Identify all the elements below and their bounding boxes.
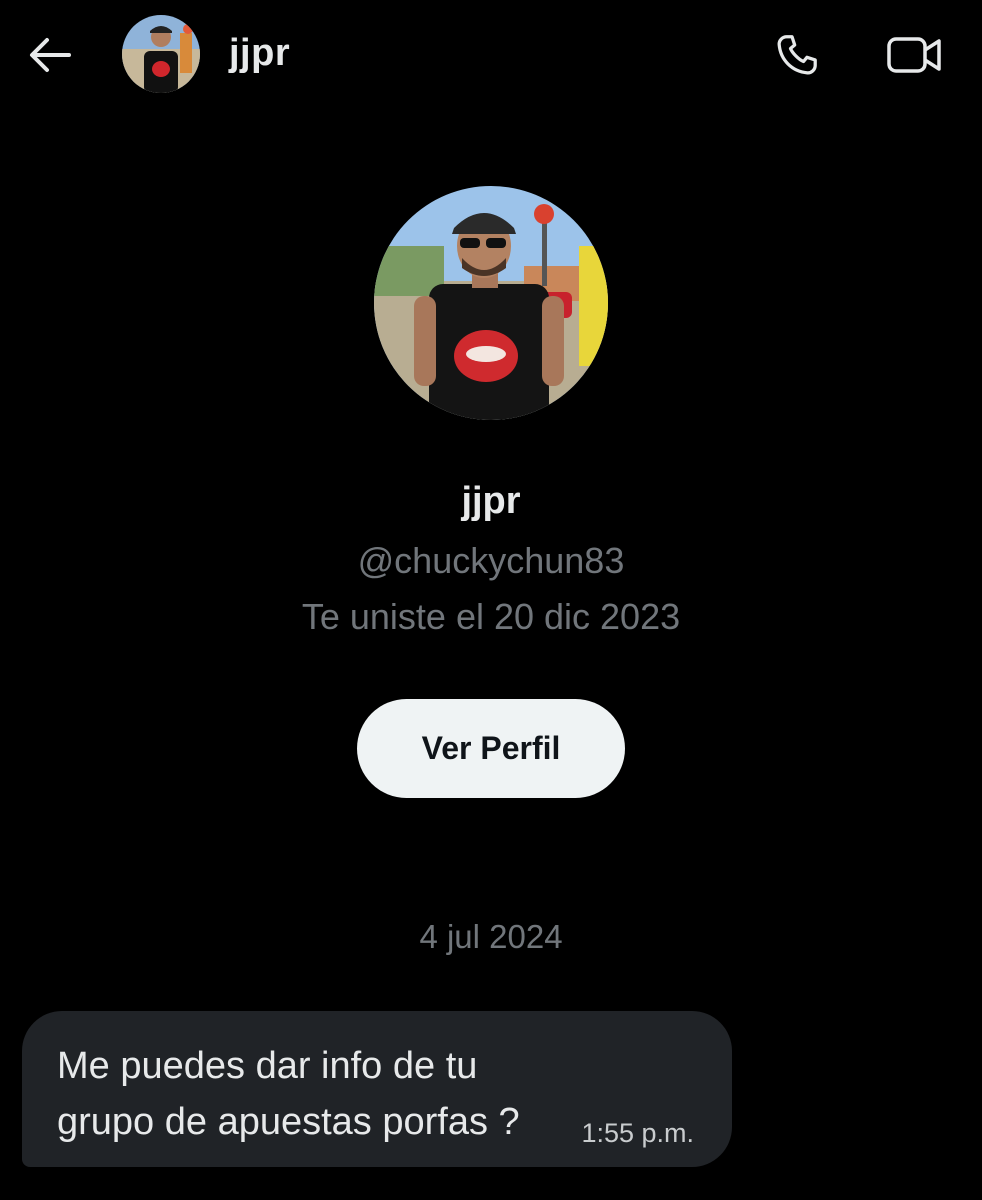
profile-join-date: Te uniste el 20 dic 2023 <box>301 596 681 637</box>
conversation-header: jjpr <box>0 0 982 110</box>
date-divider: 4 jul 2024 <box>419 918 563 955</box>
message-timestamp: 1:55 p.m. <box>581 1118 694 1148</box>
profile-name: jjpr <box>461 480 521 522</box>
message-bubble[interactable]: Me puedes dar info de tu grupo de apuest… <box>22 1011 732 1167</box>
phone-icon <box>777 35 817 75</box>
arrow-left-icon <box>30 38 71 72</box>
header-avatar[interactable] <box>122 15 200 93</box>
profile-handle: @chuckychun83 <box>357 540 625 581</box>
avatar-photo <box>122 15 200 93</box>
message-text: Me puedes dar info de tu grupo de apuest… <box>57 1045 520 1143</box>
back-button[interactable] <box>26 32 72 78</box>
video-call-button[interactable] <box>884 30 944 80</box>
video-camera-icon <box>887 37 941 73</box>
voice-call-button[interactable] <box>772 30 822 80</box>
view-profile-button[interactable]: Ver Perfil <box>357 699 625 798</box>
header-username: jjpr <box>229 32 291 74</box>
profile-avatar[interactable] <box>374 186 608 420</box>
profile-photo <box>374 186 608 420</box>
